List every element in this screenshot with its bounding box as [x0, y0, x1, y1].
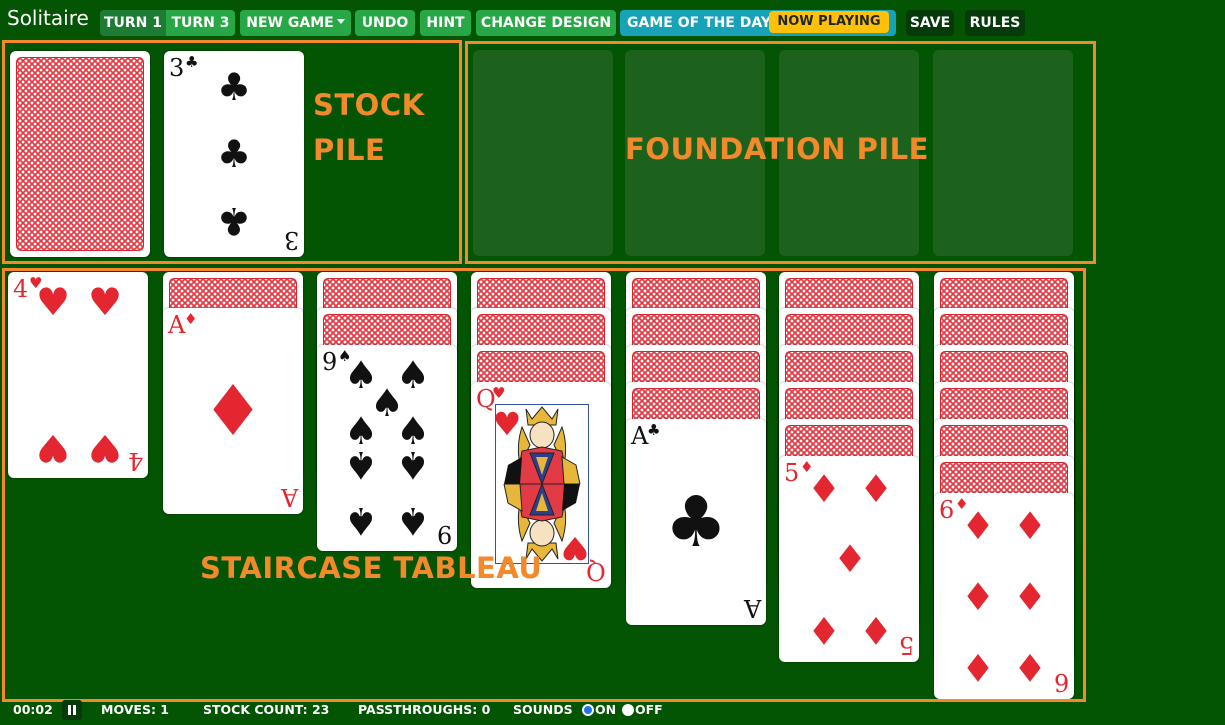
club-icon: ♣	[216, 132, 252, 176]
card-rank: 4	[13, 275, 29, 303]
sounds-on-option[interactable]: ON	[582, 701, 616, 719]
passthroughs-counter: PASSTHROUGHS: 0	[358, 702, 491, 717]
waste-card[interactable]: 3 ♣ ♣ ♣ ♣ 3	[164, 51, 304, 257]
turn-3-button[interactable]: TURN 3	[166, 10, 235, 36]
foundation-slot-1[interactable]	[473, 50, 613, 256]
spade-icon: ♠	[395, 499, 431, 543]
game-timer: 00:02	[13, 702, 53, 717]
card-rank: 9	[322, 348, 338, 376]
card-rank: 5	[784, 459, 800, 487]
diamond-icon: ♦	[1012, 575, 1048, 619]
diamond-icon: ♦	[1012, 504, 1048, 548]
rules-button[interactable]: RULES	[965, 10, 1025, 36]
tableau-card-4-hearts[interactable]: 4 ♥ ♥ ♥ ♥ ♥ 4	[8, 272, 148, 478]
club-icon: ♣	[647, 421, 661, 439]
card-rank: Q	[586, 557, 606, 585]
spade-icon: ♠	[343, 443, 379, 487]
diamond-icon: ♦	[960, 504, 996, 548]
heart-icon: ♥	[492, 384, 506, 402]
heart-icon: ♥	[35, 280, 71, 324]
club-icon: ♣	[185, 53, 199, 71]
moves-counter: MOVES: 1	[101, 702, 169, 717]
card-rank: 9	[436, 520, 452, 548]
hint-button[interactable]: HINT	[420, 10, 471, 36]
diamond-icon: ♦	[960, 575, 996, 619]
card-rank: A	[743, 594, 761, 622]
club-icon: ♣	[216, 65, 252, 109]
stock-label-line1: STOCK	[313, 88, 425, 122]
sounds-on-label: ON	[595, 702, 617, 717]
card-rank: A	[280, 483, 298, 511]
status-bar: 00:02 MOVES: 1 STOCK COUNT: 23 PASSTHROU…	[0, 698, 1225, 725]
save-button[interactable]: SAVE	[906, 10, 954, 36]
diamond-icon: ♦	[960, 645, 996, 689]
diamond-icon: ♦	[201, 370, 265, 452]
tableau-card-ace-diamonds[interactable]: A ♦ ♦ A	[163, 308, 303, 514]
diamond-icon: ♦	[806, 608, 842, 652]
tableau-card-9-spades[interactable]: 9 ♠ ♠ ♠ ♠ ♠ ♠ ♠ ♠ ♠ ♠ 9	[317, 345, 457, 551]
card-rank: 4	[127, 447, 143, 475]
sounds-off-option[interactable]: OFF	[622, 701, 663, 719]
sounds-off-radio[interactable]	[622, 704, 634, 716]
stock-pile-annotation-label: STOCK PILE	[313, 83, 425, 173]
pause-icon[interactable]	[62, 700, 82, 720]
staircase-tableau-annotation-label: STAIRCASE TABLEAU	[200, 551, 543, 585]
turn-1-button[interactable]: TURN 1	[100, 10, 166, 36]
heart-icon: ♥	[87, 280, 123, 324]
game-of-the-day-label: GAME OF THE DAY	[627, 15, 771, 31]
new-game-label: NEW GAME	[246, 15, 334, 31]
spade-icon: ♠	[343, 499, 379, 543]
caret-down-icon	[336, 19, 345, 24]
now-playing-badge: NOW PLAYING	[769, 11, 889, 33]
tableau-card-5-diamonds[interactable]: 5 ♦ ♦ ♦ ♦ ♦ ♦ 5	[779, 456, 919, 662]
change-design-button[interactable]: CHANGE DESIGN	[476, 10, 616, 36]
card-rank: A	[168, 311, 186, 339]
sounds-label: SOUNDS	[513, 702, 573, 717]
new-game-button[interactable]: NEW GAME	[240, 10, 351, 36]
diamond-icon: ♦	[806, 467, 842, 511]
top-toolbar: Solitaire TURN 1 TURN 3 NEW GAME UNDO HI…	[0, 0, 1225, 44]
undo-button[interactable]: UNDO	[355, 10, 415, 36]
club-icon: ♣	[664, 481, 728, 563]
stock-pile[interactable]	[10, 51, 150, 257]
card-back-pattern	[16, 57, 144, 251]
heart-icon: ♥	[35, 426, 71, 470]
sounds-on-radio[interactable]	[582, 704, 594, 716]
heart-icon: ♥	[87, 426, 123, 470]
tableau-card-6-diamonds[interactable]: 6 ♦ ♦ ♦ ♦ ♦ ♦ ♦ 6	[934, 493, 1074, 699]
tableau-card-ace-clubs[interactable]: A ♣ ♣ A	[626, 419, 766, 625]
app-title: Solitaire	[7, 6, 89, 30]
diamond-icon: ♦	[1012, 645, 1048, 689]
club-icon: ♣	[216, 199, 252, 243]
stock-label-line2: PILE	[313, 133, 386, 167]
card-rank: 5	[898, 631, 914, 659]
spade-icon: ♠	[395, 443, 431, 487]
foundation-slot-4[interactable]	[933, 50, 1073, 256]
card-rank: 3	[169, 54, 185, 82]
diamond-icon: ♦	[184, 310, 198, 328]
card-rank: 6	[1053, 668, 1069, 696]
card-rank: 6	[939, 496, 955, 524]
foundation-pile-annotation-label: FOUNDATION PILE	[625, 132, 929, 166]
diamond-icon: ♦	[832, 537, 868, 581]
sounds-off-label: OFF	[635, 702, 663, 717]
card-rank: 3	[283, 226, 299, 254]
card-rank: A	[631, 422, 649, 450]
diamond-icon: ♦	[858, 608, 894, 652]
heart-icon: ♥	[492, 405, 522, 443]
stock-count: STOCK COUNT: 23	[203, 702, 330, 717]
diamond-icon: ♦	[858, 467, 894, 511]
